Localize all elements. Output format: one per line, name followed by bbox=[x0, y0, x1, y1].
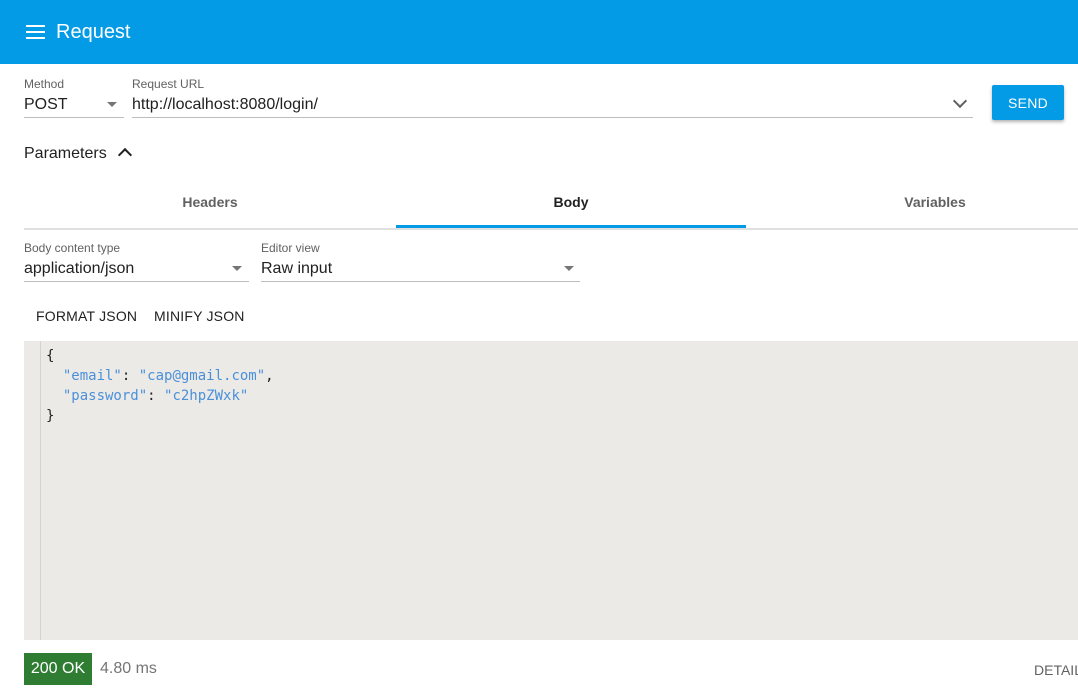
editor-view-select[interactable]: Raw input bbox=[261, 259, 580, 282]
content-type-value: application/json bbox=[24, 260, 135, 277]
open-brace: { bbox=[46, 348, 55, 364]
dropdown-arrow-icon bbox=[232, 266, 242, 271]
dropdown-arrow-icon bbox=[107, 102, 117, 107]
url-input[interactable]: http://localhost:8080/login/ bbox=[132, 93, 973, 118]
editor-view-value: Raw input bbox=[261, 260, 333, 277]
url-value: http://localhost:8080/login/ bbox=[132, 96, 318, 113]
editor-gutter bbox=[24, 341, 41, 640]
chevron-down-icon[interactable] bbox=[952, 93, 968, 109]
hamburger-menu-icon[interactable] bbox=[26, 25, 45, 39]
tab-body[interactable]: Body bbox=[396, 176, 746, 228]
active-tab-indicator bbox=[396, 225, 746, 228]
json-key-email: "email" bbox=[62, 368, 122, 384]
content-type-select[interactable]: application/json bbox=[24, 259, 249, 282]
detail-button[interactable]: DETAIL bbox=[1034, 662, 1078, 678]
parameters-toggle[interactable]: Parameters bbox=[24, 145, 107, 163]
status-badge: 200 OK bbox=[24, 653, 92, 685]
page-title: Request bbox=[56, 21, 131, 43]
method-label: Method bbox=[24, 77, 65, 91]
url-label: Request URL bbox=[132, 77, 205, 91]
minify-json-button[interactable]: MINIFY JSON bbox=[154, 308, 245, 324]
tab-bar: Headers Body Variables bbox=[24, 176, 1078, 230]
method-select[interactable]: POST bbox=[24, 95, 124, 118]
content-type-label: Body content type bbox=[24, 241, 121, 255]
send-button[interactable]: SEND bbox=[992, 85, 1064, 120]
chevron-up-icon[interactable] bbox=[117, 147, 133, 163]
tab-headers[interactable]: Headers bbox=[24, 176, 396, 228]
json-key-password: "password" bbox=[62, 388, 148, 404]
app-bar: Request bbox=[0, 0, 1078, 64]
tab-variables[interactable]: Variables bbox=[746, 176, 1078, 228]
dropdown-arrow-icon bbox=[564, 266, 574, 271]
code-editor[interactable]: { "email": "cap@gmail.com", "password": … bbox=[24, 341, 1078, 640]
json-value-email: "cap@gmail.com" bbox=[138, 368, 266, 384]
editor-view-label: Editor view bbox=[261, 241, 320, 255]
json-code: { "email": "cap@gmail.com", "password": … bbox=[46, 348, 274, 424]
method-value: POST bbox=[24, 96, 68, 113]
json-value-password: "c2hpZWxk" bbox=[164, 388, 249, 404]
format-json-button[interactable]: FORMAT JSON bbox=[36, 308, 137, 324]
response-time: 4.80 ms bbox=[100, 660, 157, 677]
close-brace: } bbox=[46, 408, 55, 424]
